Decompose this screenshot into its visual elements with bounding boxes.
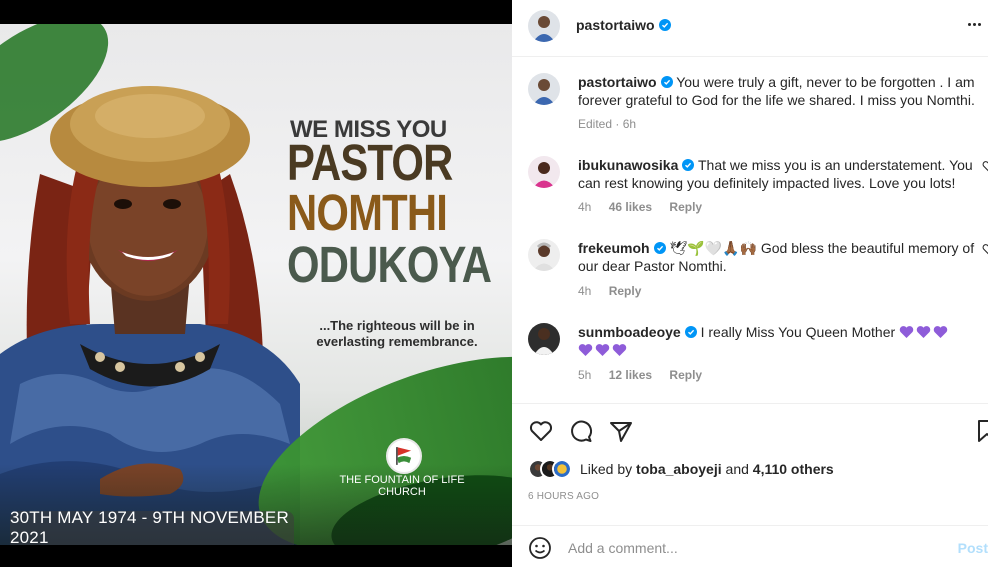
purple-heart-icon [595,344,610,356]
comment-time: 5h [578,368,592,382]
post-header: pastortaiwo [512,0,988,57]
comment-bubble-icon[interactable] [568,418,594,444]
comment-username[interactable]: ibukunawosika [578,157,678,173]
liker-avatar[interactable] [552,459,572,479]
poster-name-line: PASTOR [287,134,453,191]
avatar[interactable] [528,239,560,271]
post-media[interactable]: WE MISS YOU PASTOR NOMTHI ODUKOYA ...The… [0,0,512,567]
comment-time: 4h [578,284,592,298]
memorial-poster-image: WE MISS YOU PASTOR NOMTHI ODUKOYA ...The… [0,24,512,545]
post-comment-button[interactable]: Post [958,540,988,556]
comment-username[interactable]: sunmboadeoye [578,324,681,340]
post-actions-bar [512,403,988,457]
purple-heart-icon [933,326,948,338]
poster-dates: 30TH MAY 1974 - 9TH NOVEMBER 2021 [10,508,294,545]
save-bookmark-icon[interactable] [974,418,988,444]
comment-likes[interactable]: 46 likes [609,200,652,214]
post-author-username[interactable]: pastortaiwo [576,17,671,33]
poster-quote: ...The righteous will be in everlasting … [316,318,478,349]
share-paper-plane-icon[interactable] [608,418,634,444]
church-name: THE FOUNTAIN OF LIFE CHURCH [339,474,465,498]
emoji-icon[interactable] [528,536,552,560]
purple-heart-icon [916,326,931,338]
comment-text: I really Miss You Queen Mother [700,324,896,340]
like-comment-heart-icon[interactable] [982,160,988,172]
post-side-panel: pastortaiwo pastortaiwo You were truly a… [512,0,988,567]
comment-time: 4h [578,200,592,214]
comments-list: pastortaiwo You were truly a gift, never… [512,57,988,403]
reply-button[interactable]: Reply [609,284,642,298]
poster-name-line: ODUKOYA [287,236,492,293]
avatar[interactable] [528,73,560,105]
purple-heart-icon [612,344,627,356]
likes-count[interactable]: 4,110 others [753,461,834,477]
verified-badge-icon [658,19,671,31]
verified-badge-icon [682,159,695,171]
more-options-icon[interactable] [964,14,984,34]
likes-summary: Liked by toba_aboyeji and 4,110 others [528,457,834,481]
comment-likes[interactable]: 12 likes [609,368,652,382]
comment-emojis: 🕊🌱🤍🙏🏾🙌🏾 [669,240,757,256]
like-heart-icon[interactable] [528,418,554,444]
caption: pastortaiwo You were truly a gift, never… [528,73,988,143]
verified-badge-icon [684,326,697,338]
verified-badge-icon [660,76,673,88]
avatar[interactable] [528,10,560,42]
like-comment-heart-icon[interactable] [982,243,988,255]
avatar[interactable] [528,156,560,188]
comment-item: ibukunawosika That we miss you is an und… [528,156,988,226]
flag-icon [396,447,412,465]
avatar[interactable] [528,323,560,355]
comment-time: Edited · 6h [578,117,637,131]
verified-badge-icon [653,242,666,254]
comment-item: frekeumoh 🕊🌱🤍🙏🏾🙌🏾 God bless the beautifu… [528,239,988,309]
comment-input[interactable] [568,536,948,560]
purple-heart-icon [578,344,593,356]
liker-username[interactable]: toba_aboyeji [636,461,722,477]
comment-username[interactable]: frekeumoh [578,240,650,256]
comment-username[interactable]: pastortaiwo [578,74,657,90]
post-timestamp[interactable]: 6 HOURS AGO [528,491,599,502]
reply-button[interactable]: Reply [669,200,702,214]
poster-name-line: NOMTHI [287,184,448,241]
reply-button[interactable]: Reply [669,368,702,382]
church-logo [386,438,422,474]
comment-item: sunmboadeoye I really Miss You Queen Mot… [528,323,988,393]
purple-heart-icon [899,326,914,338]
add-comment-bar: Post [512,525,988,567]
